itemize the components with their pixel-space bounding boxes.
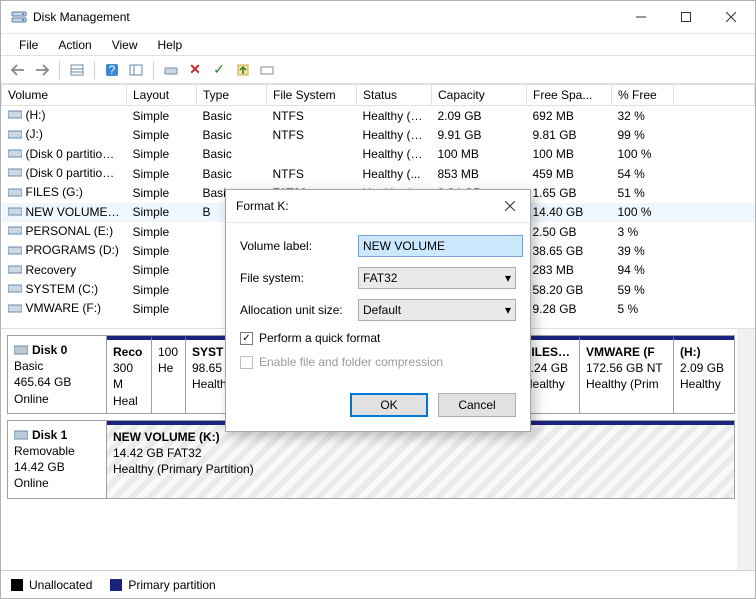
- disk-management-window: Disk Management File Action View Help ? …: [0, 0, 756, 599]
- dialog-titlebar: Format K:: [226, 190, 530, 223]
- back-button[interactable]: [7, 59, 29, 81]
- partition-box[interactable]: VMWARE (F172.56 GB NTHealthy (Prim: [580, 336, 674, 413]
- disk1-header[interactable]: Disk 1 Removable 14.42 GB Online: [7, 420, 107, 499]
- legend-primary: Primary partition: [110, 578, 215, 592]
- menu-action[interactable]: Action: [48, 36, 101, 54]
- menu-file[interactable]: File: [9, 36, 48, 54]
- view-list-icon[interactable]: [66, 59, 88, 81]
- cancel-button[interactable]: Cancel: [438, 393, 516, 417]
- column-header[interactable]: % Free: [612, 85, 674, 106]
- detach-icon[interactable]: [256, 59, 278, 81]
- table-row[interactable]: (Disk 0 partition 5)SimpleBasicNTFSHealt…: [2, 164, 755, 183]
- svg-text:?: ?: [109, 63, 116, 77]
- forward-button[interactable]: [31, 59, 53, 81]
- quick-format-checkbox[interactable]: ✓ Perform a quick format: [240, 331, 516, 345]
- file-system-select[interactable]: FAT32▾: [358, 267, 516, 289]
- ok-button[interactable]: OK: [350, 393, 428, 417]
- menubar: File Action View Help: [1, 34, 755, 56]
- allocation-unit-label: Allocation unit size:: [240, 303, 358, 317]
- toolbar: ? ✕ ✓: [1, 56, 755, 84]
- app-icon: [11, 9, 27, 25]
- legend: Unallocated Primary partition: [1, 570, 755, 598]
- legend-unallocated: Unallocated: [11, 578, 92, 592]
- table-row[interactable]: (H:)SimpleBasicNTFSHealthy (P...2.09 GB6…: [2, 106, 755, 126]
- partition-box[interactable]: 100He: [152, 336, 186, 413]
- check-icon: ✓: [240, 332, 253, 345]
- column-header[interactable]: Type: [197, 85, 267, 106]
- file-system-label: File system:: [240, 271, 358, 285]
- table-row[interactable]: (J:)SimpleBasicNTFSHealthy (P...9.91 GB9…: [2, 125, 755, 144]
- format-dialog: Format K: Volume label: File system: FAT…: [225, 189, 531, 432]
- disk-icon[interactable]: [160, 59, 182, 81]
- volume-label-label: Volume label:: [240, 239, 358, 253]
- close-button[interactable]: [708, 3, 753, 32]
- titlebar: Disk Management: [1, 1, 755, 34]
- attach-icon[interactable]: [232, 59, 254, 81]
- compression-checkbox: Enable file and folder compression: [240, 355, 516, 369]
- maximize-button[interactable]: [663, 3, 708, 32]
- window-title: Disk Management: [33, 10, 618, 24]
- column-header[interactable]: [674, 85, 755, 106]
- volume-label-input[interactable]: [358, 235, 523, 257]
- delete-icon[interactable]: ✕: [184, 59, 206, 81]
- partition-box[interactable]: (H:)2.09 GBHealthy: [674, 336, 734, 413]
- menu-help[interactable]: Help: [148, 36, 193, 54]
- column-header[interactable]: Status: [357, 85, 432, 106]
- dialog-title: Format K:: [236, 199, 498, 213]
- column-header[interactable]: Capacity: [432, 85, 527, 106]
- check-icon[interactable]: ✓: [208, 59, 230, 81]
- partition-new-volume-k[interactable]: NEW VOLUME (K:) 14.42 GB FAT32 Healthy (…: [107, 421, 734, 498]
- menu-view[interactable]: View: [102, 36, 148, 54]
- allocation-unit-select[interactable]: Default▾: [358, 299, 516, 321]
- help-icon[interactable]: ?: [101, 59, 123, 81]
- disk0-header[interactable]: Disk 0 Basic 465.64 GB Online: [7, 335, 107, 414]
- dialog-close-button[interactable]: [498, 196, 522, 216]
- table-row[interactable]: (Disk 0 partition 2)SimpleBasicHealthy (…: [2, 145, 755, 164]
- settings-icon[interactable]: [125, 59, 147, 81]
- column-header[interactable]: Free Spa...: [527, 85, 612, 106]
- chevron-down-icon: ▾: [505, 303, 511, 317]
- partition-box[interactable]: Reco300 MHeal: [107, 336, 152, 413]
- column-header[interactable]: Layout: [127, 85, 197, 106]
- column-header[interactable]: File System: [267, 85, 357, 106]
- column-header[interactable]: Volume: [2, 85, 127, 106]
- minimize-button[interactable]: [618, 3, 663, 32]
- chevron-down-icon: ▾: [505, 271, 511, 285]
- checkbox-empty-icon: [240, 356, 253, 369]
